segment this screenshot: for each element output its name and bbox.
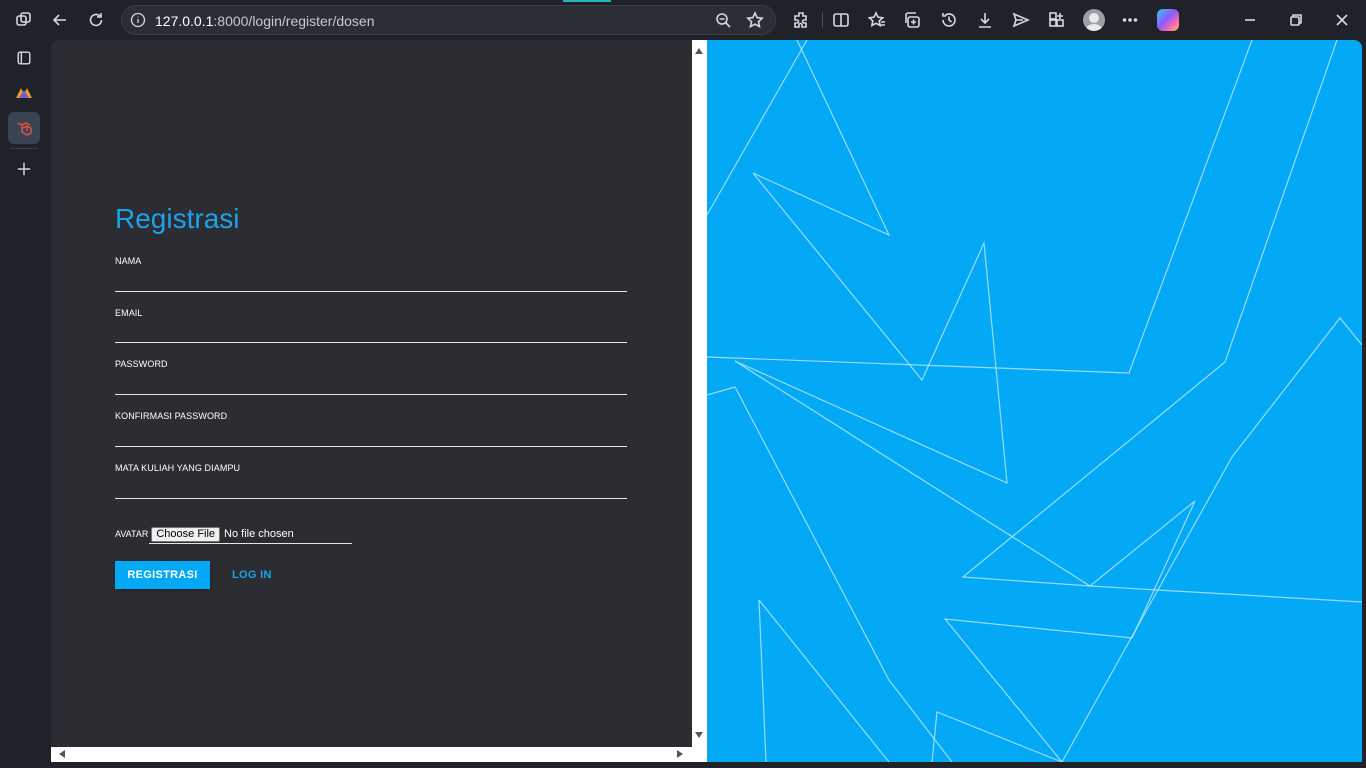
form-panel: Registrasi NAMA EMAIL PASSWORD KONFIRMAS… [51,40,692,747]
file-status-text: No file chosen [224,528,294,540]
split-screen-icon[interactable] [829,8,853,32]
nama-input[interactable] [115,268,627,290]
password-input[interactable] [115,371,627,393]
register-button[interactable]: REGISTRASI [115,561,210,589]
back-icon[interactable] [48,8,72,32]
email-field[interactable]: EMAIL [115,308,627,343]
browser-toolbar: 127.0.0.1:8000/login/register/dosen [0,0,1366,40]
favorites-icon[interactable] [865,8,889,32]
zoom-icon[interactable] [711,8,735,32]
scroll-right-icon[interactable] [677,750,683,758]
pinned-tab-laravel-icon[interactable] [8,112,40,144]
toolbar-divider [822,12,823,28]
nama-underline [115,291,627,292]
email-input[interactable] [115,320,627,342]
share-icon[interactable] [1009,8,1033,32]
tab-actions-icon[interactable] [8,42,40,74]
password-underline [115,394,627,395]
nama-field[interactable]: NAMA [115,256,627,292]
avatar-upload-row: AVATAR Choose File No file chosen [115,523,294,545]
subject-underline [115,498,627,499]
password-confirm-label: KONFIRMASI PASSWORD [115,411,228,421]
window-bottom-edge [48,762,1366,768]
avatar-label: AVATAR [115,529,149,539]
collections-icon[interactable] [901,8,925,32]
email-label: EMAIL [115,308,143,318]
profile-avatar[interactable] [1083,9,1105,31]
workspaces-icon[interactable] [12,8,36,32]
extensions-icon[interactable] [789,8,813,32]
password-field[interactable]: PASSWORD [115,359,627,395]
close-icon[interactable] [1330,8,1354,32]
active-tab-indicator [563,0,611,2]
scroll-up-icon[interactable] [695,48,703,54]
url-text[interactable]: 127.0.0.1:8000/login/register/dosen [155,13,375,29]
polygon-line-pattern [707,40,1362,762]
url-host: 127.0.0.1 [155,13,214,29]
downloads-icon[interactable] [973,8,997,32]
browser-sidebar [0,40,48,768]
nama-label: NAMA [115,256,142,266]
copilot-icon[interactable] [1157,9,1179,31]
add-icon[interactable] [8,153,40,185]
password-confirm-input[interactable] [115,423,627,445]
email-underline [115,342,627,343]
page-title: Registrasi [115,203,240,234]
sidebar-divider [10,148,38,149]
choose-file-button[interactable]: Choose File [151,526,221,542]
subject-label: MATA KULIAH YANG DIAMPU [115,463,241,473]
more-options-icon[interactable] [1118,8,1142,32]
horizontal-scrollbar[interactable] [51,747,707,762]
site-info-icon[interactable] [130,12,146,28]
password-label: PASSWORD [115,359,168,369]
scroll-down-icon[interactable] [695,732,703,738]
favorite-star-icon[interactable] [743,8,767,32]
avatar-underline [149,543,352,544]
browser-essentials-icon[interactable] [1045,8,1069,32]
password-confirm-field[interactable]: KONFIRMASI PASSWORD [115,411,627,447]
restore-icon[interactable] [1284,8,1308,32]
pinned-tab-app-icon[interactable] [8,76,40,108]
minimize-icon[interactable] [1238,8,1262,32]
password-confirm-underline [115,446,627,447]
login-link[interactable]: LOG IN [224,561,280,589]
vertical-scrollbar[interactable] [692,40,707,747]
history-icon[interactable] [937,8,961,32]
address-bar[interactable]: 127.0.0.1:8000/login/register/dosen [121,5,776,35]
url-path: :8000/login/register/dosen [213,13,375,29]
page-viewport: Registrasi NAMA EMAIL PASSWORD KONFIRMAS… [51,40,1362,762]
scroll-left-icon[interactable] [59,750,65,758]
subject-input[interactable] [115,475,627,497]
subject-field[interactable]: MATA KULIAH YANG DIAMPU [115,463,627,499]
decorative-background-panel [707,40,1362,762]
refresh-icon[interactable] [84,8,108,32]
